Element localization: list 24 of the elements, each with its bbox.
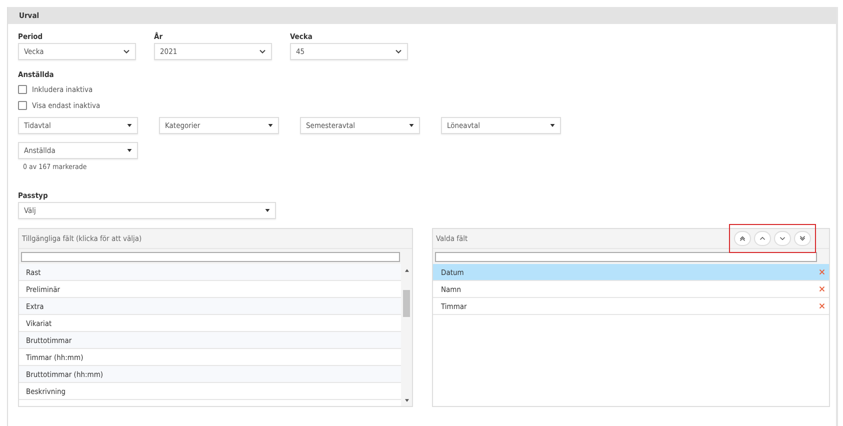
chevron-down-icon	[259, 49, 266, 54]
move-bottom-button[interactable]	[794, 231, 811, 246]
remove-icon[interactable]	[819, 286, 825, 292]
caret-down-icon	[409, 124, 414, 127]
filter-input[interactable]	[435, 252, 817, 262]
move-top-button[interactable]	[734, 231, 751, 246]
chevron-down-icon	[395, 49, 402, 54]
scroll-thumb[interactable]	[403, 290, 410, 317]
checkbox[interactable]	[18, 84, 27, 94]
caret-down-icon	[127, 149, 132, 152]
scrollbar[interactable]	[401, 264, 412, 406]
scroll-down-icon[interactable]	[404, 399, 408, 402]
chevron-up-icon	[738, 234, 747, 243]
caret-down-icon	[268, 124, 273, 127]
remove-icon[interactable]	[819, 303, 825, 309]
filter-input[interactable]	[21, 252, 400, 262]
caret-down-icon	[265, 209, 270, 212]
caret-down-icon	[550, 124, 555, 127]
scroll-up-icon[interactable]	[404, 269, 408, 272]
chevron-down-icon	[123, 49, 130, 54]
caret-down-icon	[127, 124, 132, 127]
remove-icon[interactable]	[819, 269, 825, 275]
checkbox[interactable]	[18, 100, 27, 110]
chevron-down-icon	[798, 234, 807, 243]
